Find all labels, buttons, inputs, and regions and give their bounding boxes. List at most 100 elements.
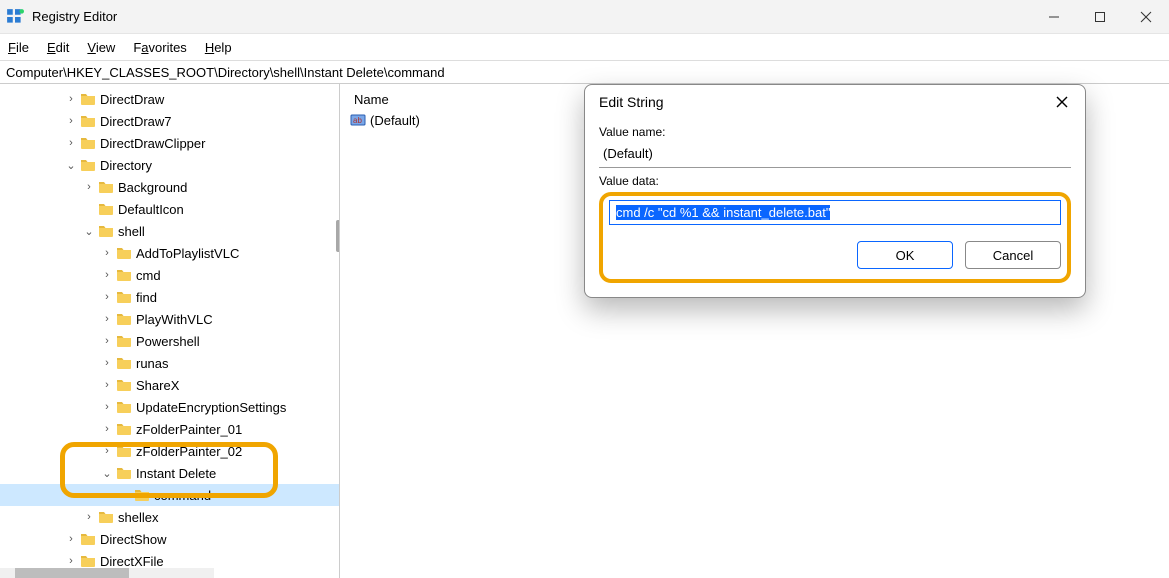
folder-icon bbox=[98, 179, 114, 195]
chevron-right-icon[interactable]: › bbox=[100, 379, 114, 391]
tree-item[interactable]: › Background bbox=[0, 176, 339, 198]
horizontal-scrollbar[interactable] bbox=[0, 568, 214, 578]
tree-item-label: find bbox=[136, 290, 157, 305]
tree-item-label: ShareX bbox=[136, 378, 179, 393]
value-data-field[interactable]: cmd /c "cd %1 && instant_delete.bat" bbox=[609, 200, 1061, 225]
tree-item-label: zFolderPainter_01 bbox=[136, 422, 242, 437]
chevron-right-icon[interactable]: › bbox=[100, 291, 114, 303]
menu-edit[interactable]: Edit bbox=[47, 40, 69, 55]
tree-item[interactable]: ›cmd bbox=[0, 264, 339, 286]
menubar: File Edit View Favorites Help bbox=[0, 34, 1169, 60]
folder-icon bbox=[80, 553, 96, 569]
dialog-close-button[interactable] bbox=[1053, 93, 1071, 111]
value-name-label: Value name: bbox=[599, 125, 1071, 139]
folder-icon bbox=[116, 443, 132, 459]
folder-icon bbox=[116, 355, 132, 371]
tree-item[interactable]: › runas bbox=[0, 352, 339, 374]
tree-item-label: Powershell bbox=[136, 334, 200, 349]
tree-item[interactable]: › ShareX bbox=[0, 374, 339, 396]
main-area: ›DirectDraw›DirectDraw7›DirectDrawClippe… bbox=[0, 84, 1169, 578]
tree-item-label: Instant Delete bbox=[136, 466, 216, 481]
tree-item[interactable]: ›DirectShow bbox=[0, 528, 339, 550]
folder-icon bbox=[116, 421, 132, 437]
chevron-right-icon[interactable]: › bbox=[64, 137, 78, 149]
tree-item[interactable]: ›DirectDraw7 bbox=[0, 110, 339, 132]
chevron-right-icon[interactable]: › bbox=[100, 401, 114, 413]
tree-item-label: DefaultIcon bbox=[118, 202, 184, 217]
chevron-right-icon[interactable]: › bbox=[82, 181, 96, 193]
tree-item[interactable]: ›zFolderPainter_02 bbox=[0, 440, 339, 462]
tree-item[interactable]: › Powershell bbox=[0, 330, 339, 352]
value-data-label: Value data: bbox=[599, 174, 1071, 188]
chevron-down-icon[interactable]: ⌄ bbox=[64, 159, 78, 172]
menu-help[interactable]: Help bbox=[205, 40, 232, 55]
tree-item[interactable]: › find bbox=[0, 286, 339, 308]
edit-string-dialog: Edit String Value name: (Default) Value … bbox=[584, 84, 1086, 298]
menu-view[interactable]: View bbox=[87, 40, 115, 55]
list-pane[interactable]: Name ab (Default) Edit String Value name… bbox=[340, 84, 1169, 578]
chevron-right-icon[interactable]: › bbox=[100, 247, 114, 259]
chevron-right-icon[interactable]: › bbox=[64, 555, 78, 567]
folder-icon bbox=[116, 289, 132, 305]
chevron-right-icon[interactable]: › bbox=[64, 533, 78, 545]
ok-button[interactable]: OK bbox=[857, 241, 953, 269]
tree-item[interactable]: ›DirectDraw bbox=[0, 88, 339, 110]
folder-icon bbox=[116, 465, 132, 481]
chevron-right-icon[interactable]: › bbox=[100, 335, 114, 347]
folder-icon bbox=[80, 135, 96, 151]
menu-favorites[interactable]: Favorites bbox=[133, 40, 186, 55]
folder-icon bbox=[98, 509, 114, 525]
menu-file[interactable]: File bbox=[8, 40, 29, 55]
tree-pane[interactable]: ›DirectDraw›DirectDraw7›DirectDrawClippe… bbox=[0, 84, 340, 578]
folder-icon bbox=[116, 333, 132, 349]
chevron-down-icon[interactable]: ⌄ bbox=[82, 225, 96, 238]
folder-icon bbox=[80, 531, 96, 547]
chevron-right-icon[interactable]: › bbox=[64, 93, 78, 105]
tree-item[interactable]: ›command bbox=[0, 484, 339, 506]
chevron-right-icon[interactable]: › bbox=[64, 115, 78, 127]
app-icon bbox=[6, 8, 24, 26]
tree-item[interactable]: › zFolderPainter_01 bbox=[0, 418, 339, 440]
tree-item[interactable]: › DirectDrawClipper bbox=[0, 132, 339, 154]
folder-icon bbox=[116, 377, 132, 393]
tree-item-label: Directory bbox=[100, 158, 152, 173]
chevron-right-icon[interactable]: › bbox=[82, 511, 96, 523]
tree-item-label: Background bbox=[118, 180, 187, 195]
chevron-right-icon[interactable]: › bbox=[100, 269, 114, 281]
chevron-right-icon[interactable]: › bbox=[100, 423, 114, 435]
chevron-down-icon[interactable]: ⌄ bbox=[100, 467, 114, 480]
tree-item-label: shellex bbox=[118, 510, 158, 525]
folder-icon bbox=[80, 113, 96, 129]
address-bar[interactable]: Computer\HKEY_CLASSES_ROOT\Directory\she… bbox=[0, 60, 1169, 84]
tree-item[interactable]: ›PlayWithVLC bbox=[0, 308, 339, 330]
tree-item[interactable]: › shellex bbox=[0, 506, 339, 528]
tree-item[interactable]: ›UpdateEncryptionSettings bbox=[0, 396, 339, 418]
folder-icon bbox=[80, 91, 96, 107]
tree-item[interactable]: ⌄ Instant Delete bbox=[0, 462, 339, 484]
chevron-right-icon[interactable]: › bbox=[100, 357, 114, 369]
close-icon bbox=[1055, 95, 1069, 109]
tree-item-label: AddToPlaylistVLC bbox=[136, 246, 239, 261]
folder-icon bbox=[116, 399, 132, 415]
value-name-field[interactable]: (Default) bbox=[599, 141, 1071, 168]
tree-item-label: DirectDrawClipper bbox=[100, 136, 205, 151]
cancel-button[interactable]: Cancel bbox=[965, 241, 1061, 269]
folder-icon bbox=[98, 201, 114, 217]
tree-item[interactable]: ⌄shell bbox=[0, 220, 339, 242]
chevron-right-icon[interactable]: › bbox=[100, 445, 114, 457]
minimize-button[interactable] bbox=[1031, 0, 1077, 33]
string-value-icon: ab bbox=[350, 112, 366, 128]
list-item-label: (Default) bbox=[370, 113, 420, 128]
tree-item-label: DirectXFile bbox=[100, 554, 164, 569]
chevron-right-icon[interactable]: › bbox=[100, 313, 114, 325]
tree-item-label: runas bbox=[136, 356, 169, 371]
tree-item-label: command bbox=[154, 488, 211, 503]
maximize-button[interactable] bbox=[1077, 0, 1123, 33]
tree-item[interactable]: ⌄ Directory bbox=[0, 154, 339, 176]
folder-icon bbox=[80, 157, 96, 173]
close-button[interactable] bbox=[1123, 0, 1169, 33]
folder-icon bbox=[116, 267, 132, 283]
tree-item[interactable]: ›DefaultIcon bbox=[0, 198, 339, 220]
dialog-title: Edit String bbox=[599, 94, 664, 110]
tree-item[interactable]: › AddToPlaylistVLC bbox=[0, 242, 339, 264]
